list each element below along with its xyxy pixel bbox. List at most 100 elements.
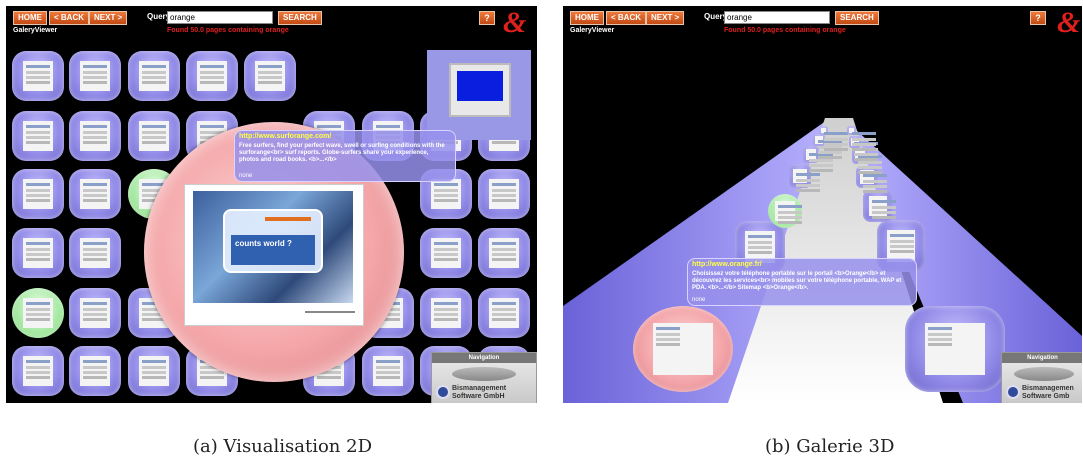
thumbnail-image: [197, 61, 227, 91]
monitor-screen: [449, 63, 511, 117]
card-heading: counts world ?: [231, 235, 315, 265]
thumbnail-tile[interactable]: [478, 169, 530, 219]
tooltip-url[interactable]: http://www.orange.fr/: [692, 261, 762, 268]
thumbnail-image: [489, 298, 519, 328]
gallery-frame[interactable]: [813, 134, 844, 146]
footer-line: [305, 311, 355, 313]
card-accent: [265, 217, 311, 221]
navigation-title: Navigation: [432, 353, 536, 363]
thumbnail-tile[interactable]: [12, 346, 64, 396]
thumbnail-tile[interactable]: [12, 51, 64, 101]
gallery-frame[interactable]: [852, 148, 882, 164]
navigation-brand-line2: Software Gmb: [1022, 393, 1070, 400]
gallery-frame[interactable]: [856, 166, 888, 188]
gallery-frame-image: [860, 170, 888, 184]
thumbnail-tile[interactable]: [12, 288, 64, 338]
thumbnail-tile[interactable]: [478, 228, 530, 278]
tooltip-text: Free surfers, find your perfect wave, sw…: [239, 143, 445, 163]
thumbnail-image: [80, 61, 110, 91]
thumbnail-tile[interactable]: [69, 288, 121, 338]
thumbnail-image: [373, 356, 403, 386]
gallery-frame[interactable]: [803, 146, 833, 163]
gallery-frame-image: [925, 323, 985, 375]
tooltip-url[interactable]: http://www.surforange.com/: [239, 133, 331, 140]
tooltip-text: Choisissez votre téléphone portable sur …: [692, 271, 902, 291]
thumbnail-tile[interactable]: [12, 169, 64, 219]
thumbnail-image: [80, 179, 110, 209]
home-button[interactable]: HOME: [13, 11, 47, 25]
thumbnail-tile[interactable]: [420, 228, 472, 278]
thumbnail-tile[interactable]: [69, 228, 121, 278]
back-button[interactable]: < BACK: [606, 11, 647, 25]
back-button[interactable]: < BACK: [49, 11, 90, 25]
query-input[interactable]: orange: [724, 11, 830, 24]
navigation-compass-icon[interactable]: [452, 367, 516, 381]
gallery-frame[interactable]: [849, 136, 880, 148]
thumbnail-tile[interactable]: [128, 111, 180, 161]
search-button[interactable]: SEARCH: [835, 11, 879, 25]
tooltip-orange: http://www.orange.fr/ Choisissez votre t…: [687, 258, 917, 306]
gallery-frame-image: [793, 168, 821, 184]
caption-2d: (a) Visualisation 2D: [193, 436, 373, 457]
search-button[interactable]: SEARCH: [278, 11, 322, 25]
gallery-frame-image: [851, 138, 880, 146]
gallery-frame[interactable]: [847, 126, 878, 136]
navigation-compass-icon[interactable]: [1014, 367, 1074, 381]
thumbnail-image: [489, 238, 519, 268]
navigation-panel: Navigation Bismanagemen Software Gmb: [1001, 352, 1082, 403]
magnified-page[interactable]: counts world ?: [184, 184, 364, 326]
gallery-frame[interactable]: [768, 194, 803, 228]
gallery-frame[interactable]: [789, 164, 821, 188]
bismanagement-logo-icon: [1006, 385, 1020, 399]
app-name: GaleryViewer: [13, 27, 58, 34]
monitor-preview: [427, 50, 531, 140]
next-button[interactable]: NEXT >: [646, 11, 685, 25]
gallery-frame[interactable]: [633, 306, 733, 392]
tooltip-foot: none: [239, 173, 253, 179]
magnified-card: counts world ?: [223, 209, 323, 273]
thumbnail-tile[interactable]: [186, 51, 238, 101]
thumbnail-image: [431, 298, 461, 328]
thumbnail-tile[interactable]: [12, 111, 64, 161]
bismanagement-logo-icon: [436, 385, 450, 399]
thumbnail-tile[interactable]: [69, 51, 121, 101]
navigation-brand-line1: Bismanagement: [452, 385, 507, 392]
thumbnail-tile[interactable]: [69, 169, 121, 219]
help-icon[interactable]: ?: [479, 11, 495, 25]
home-button[interactable]: HOME: [570, 11, 604, 25]
thumbnail-image: [23, 238, 53, 268]
thumbnail-tile[interactable]: [128, 346, 180, 396]
thumbnail-tile[interactable]: [128, 51, 180, 101]
query-input[interactable]: orange: [167, 11, 273, 24]
next-button[interactable]: NEXT >: [89, 11, 128, 25]
thumbnail-tile[interactable]: [244, 51, 296, 101]
thumbnail-tile[interactable]: [69, 346, 121, 396]
help-icon[interactable]: ?: [1030, 11, 1046, 25]
thumbnail-tile[interactable]: [362, 346, 414, 396]
thumbnail-image: [23, 121, 53, 151]
figure-3d-screenshot: HOME < BACK NEXT > Query orange SEARCH G…: [563, 6, 1082, 403]
thumbnail-image: [23, 61, 53, 91]
gallery-frame-image: [848, 127, 878, 136]
thumbnail-image: [23, 179, 53, 209]
thumbnail-tile[interactable]: [420, 288, 472, 338]
tooltip-foot: none: [692, 297, 706, 303]
gallery-frame-image: [869, 196, 896, 216]
thumbnail-image: [80, 298, 110, 328]
toolbar: HOME < BACK NEXT > Query orange SEARCH G…: [563, 6, 1082, 40]
thumbnail-tile[interactable]: [69, 111, 121, 161]
gallery-frame[interactable]: [819, 126, 850, 136]
thumbnail-tile[interactable]: [478, 288, 530, 338]
gallery-frame[interactable]: [863, 190, 896, 222]
monitor-screen-blue: [457, 71, 503, 101]
navigation-panel: Navigation Bismanagement Software GmbH: [431, 352, 537, 403]
gallery-frame-image: [820, 127, 850, 136]
thumbnail-tile[interactable]: [12, 228, 64, 278]
gallery-frame-image: [886, 230, 916, 262]
gallery-frame-image: [815, 136, 844, 144]
figure-2d-screenshot: HOME < BACK NEXT > Query orange SEARCH G…: [6, 6, 537, 403]
thumbnail-image: [431, 238, 461, 268]
orange-logo-icon: &: [1057, 6, 1081, 39]
gallery-frame[interactable]: [905, 306, 1005, 392]
tooltip-surforange: http://www.surforange.com/ Free surfers,…: [234, 130, 456, 182]
